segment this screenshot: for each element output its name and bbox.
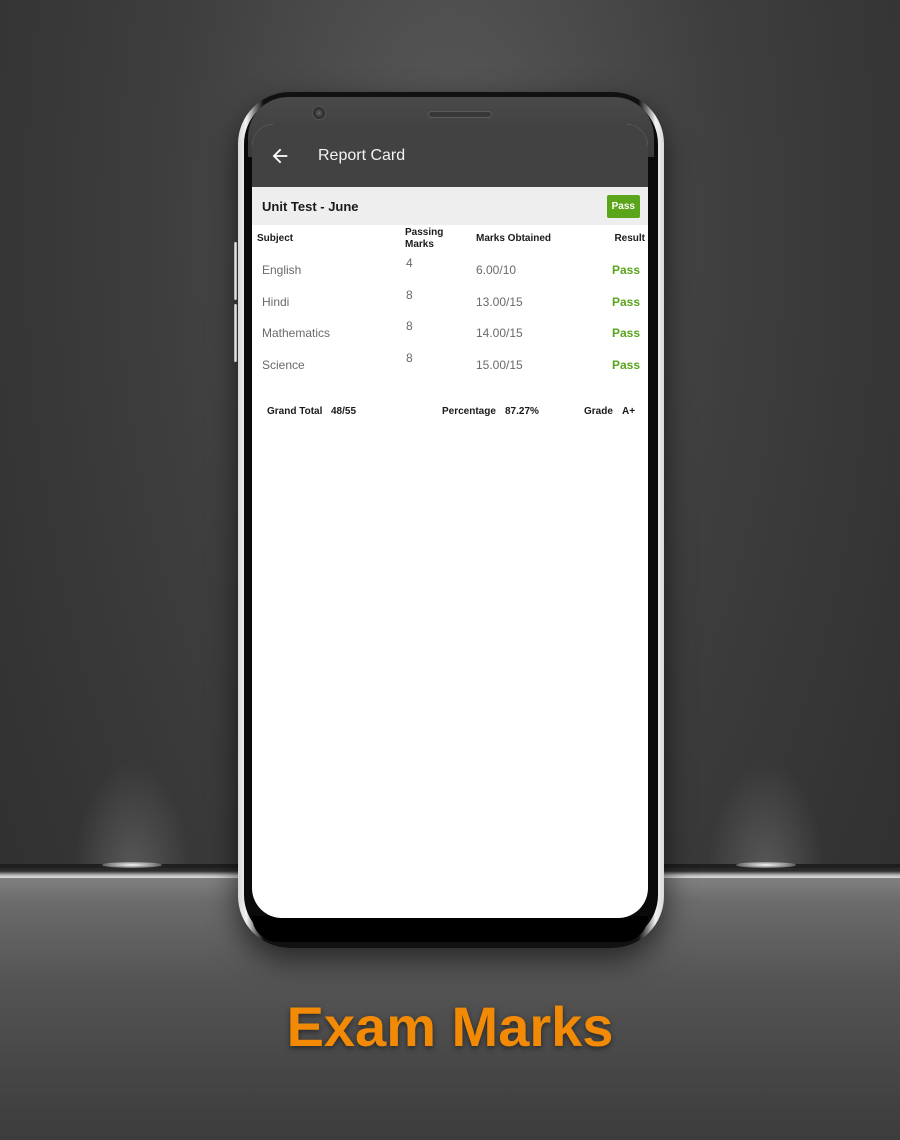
table-row: Science 8 15.00/15 Pass <box>252 350 648 382</box>
summary-row: Grand Total 48/55 Percentage 87.27% Grad… <box>252 394 648 434</box>
header-subject: Subject <box>257 233 294 244</box>
passing-marks: 8 <box>406 319 413 334</box>
percentage-value: 87.27% <box>505 405 539 417</box>
header-marks-obtained: Marks Obtained <box>476 233 552 244</box>
passing-marks: 8 <box>406 351 413 366</box>
light-glow-left <box>102 862 162 868</box>
phone-screen: Report Card Unit Test - June Pass Subjec… <box>252 124 648 918</box>
header-passing-marks: Passing Marks <box>405 227 444 250</box>
volume-up-button <box>234 242 237 300</box>
page-title: Report Card <box>318 146 406 164</box>
subject-name: Science <box>262 358 305 373</box>
grand-total-label: Grand Total <box>267 405 323 417</box>
table-row: Mathematics 8 14.00/15 Pass <box>252 318 648 350</box>
overall-result-badge: Pass <box>606 194 640 218</box>
percentage-label: Percentage <box>442 405 496 417</box>
front-camera-icon <box>312 106 326 120</box>
result-status: Pass <box>611 294 640 309</box>
phone-mockup: Report Card Unit Test - June Pass Subjec… <box>234 92 664 948</box>
exam-header: Unit Test - June Pass <box>252 187 648 225</box>
exam-title: Unit Test - June <box>262 198 359 214</box>
passing-marks: 4 <box>406 256 413 270</box>
arrow-left-icon <box>272 148 288 163</box>
grand-total-value: 48/55 <box>331 405 357 417</box>
marks-obtained: 13.00/15 <box>476 294 523 309</box>
marks-obtained: 15.00/15 <box>476 358 523 373</box>
earpiece-speaker <box>428 111 492 118</box>
grade-label: Grade <box>584 405 613 417</box>
grade-value: A+ <box>622 405 636 417</box>
result-status: Pass <box>611 326 640 341</box>
marks-obtained: 6.00/10 <box>476 263 517 277</box>
result-status: Pass <box>611 263 640 277</box>
header-result: Result <box>614 233 645 244</box>
subject-name: English <box>262 263 302 277</box>
passing-marks: 8 <box>406 287 413 302</box>
light-glow-right <box>736 862 796 868</box>
volume-down-button <box>234 304 237 362</box>
app-bar: Report Card <box>252 124 648 187</box>
result-status: Pass <box>611 358 640 373</box>
table-row: English 4 6.00/10 Pass <box>252 255 648 287</box>
subject-name: Hindi <box>262 294 290 309</box>
phone-bottom-bezel <box>252 916 648 942</box>
table-header: Subject Passing Marks Marks Obtained Res… <box>252 225 648 255</box>
promo-caption: Exam Marks <box>286 995 614 1058</box>
marks-obtained: 14.00/15 <box>476 326 523 341</box>
back-button[interactable] <box>252 124 308 187</box>
subject-name: Mathematics <box>262 326 331 341</box>
table-row: Hindi 8 13.00/15 Pass <box>252 287 648 319</box>
